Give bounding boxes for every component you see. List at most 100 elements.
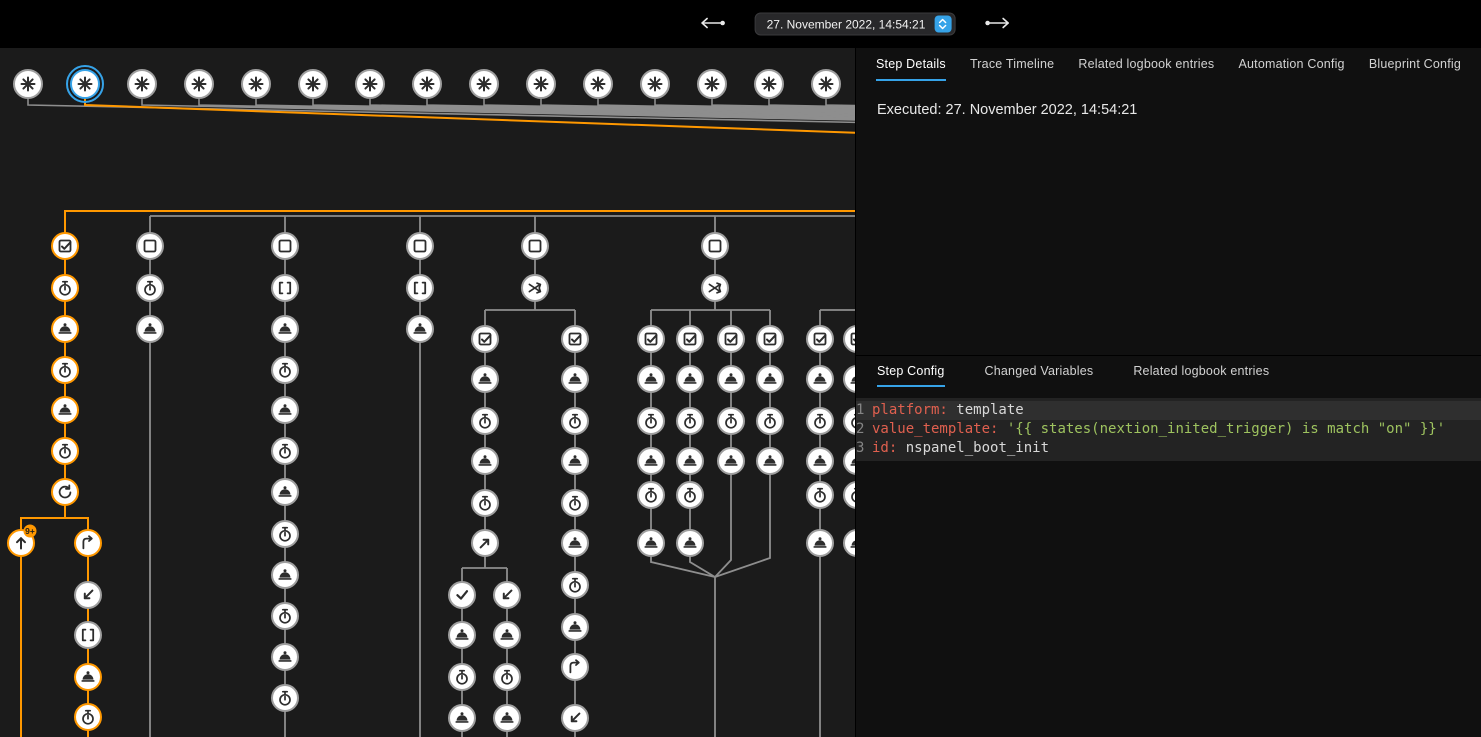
trace-node-asterisk[interactable] [14,70,42,98]
trace-node-timer[interactable] [562,572,588,598]
trace-node-timer[interactable] [807,408,833,434]
trace-node-service[interactable] [677,366,703,392]
tab-changed-variables[interactable]: Changed Variables [985,356,1094,387]
trace-node-asterisk[interactable] [299,70,327,98]
trace-node-service[interactable] [75,664,101,690]
tab-blueprint-config[interactable]: Blueprint Config [1369,48,1461,81]
trace-node-service[interactable] [677,530,703,556]
tab-related-logbook-entries[interactable]: Related logbook entries [1078,48,1214,81]
trace-node-timer[interactable] [472,408,498,434]
trace-node-asterisk[interactable] [67,66,103,102]
trace-node-service[interactable] [272,644,298,670]
trace-date-select[interactable]: 27. November 2022, 14:54:21 [755,13,956,36]
trace-node-service[interactable] [562,448,588,474]
trace-node-service[interactable] [272,479,298,505]
trace-node-service[interactable] [52,397,78,423]
tab-related-logbook-entries[interactable]: Related logbook entries [1133,356,1269,387]
trace-node-service[interactable] [272,316,298,342]
trace-node-service[interactable] [638,448,664,474]
trace-node-timer[interactable] [638,482,664,508]
trace-node-timer[interactable] [718,408,744,434]
trace-node-timer[interactable] [844,482,855,508]
trace-node-checkbox-on[interactable] [718,326,744,352]
trace-node-timer[interactable] [272,685,298,711]
trace-node-timer[interactable] [757,408,783,434]
trace-node-timer[interactable] [137,275,163,301]
trace-node-arrow-decision[interactable] [75,530,101,556]
trace-node-arrow-bottom-left[interactable] [75,582,101,608]
trace-node-asterisk[interactable] [584,70,612,98]
trace-node-service[interactable] [807,530,833,556]
trace-node-timer[interactable] [494,664,520,690]
trace-node-arrow-up[interactable]: 9+ [8,525,37,557]
trace-node-timer[interactable] [677,408,703,434]
trace-node-timer[interactable] [472,490,498,516]
trace-node-timer[interactable] [807,482,833,508]
trace-node-checkbox-on[interactable] [757,326,783,352]
trace-node-service[interactable] [844,530,855,556]
trace-node-checkbox-on[interactable] [472,326,498,352]
trace-node-asterisk[interactable] [413,70,441,98]
trace-node-checkbox-off[interactable] [407,233,433,259]
trace-node-timer[interactable] [75,704,101,730]
trace-node-service[interactable] [757,448,783,474]
trace-node-arrow-bottom-left[interactable] [494,582,520,608]
trace-node-checkbox-on[interactable] [844,326,855,352]
trace-node-asterisk[interactable] [185,70,213,98]
trace-node-service[interactable] [638,530,664,556]
trace-node-timer[interactable] [52,438,78,464]
trace-node-checkbox-on[interactable] [52,233,78,259]
trace-node-timer[interactable] [272,357,298,383]
trace-node-timer[interactable] [677,482,703,508]
trace-node-service[interactable] [562,366,588,392]
trace-node-checkbox-off[interactable] [137,233,163,259]
trace-node-checkbox-on[interactable] [807,326,833,352]
trace-node-service[interactable] [494,622,520,648]
trace-node-service[interactable] [137,316,163,342]
trace-node-timer[interactable] [844,408,855,434]
trace-node-asterisk[interactable] [812,70,840,98]
trace-node-brackets[interactable] [272,275,298,301]
trace-node-arrow-top-right[interactable] [472,530,498,556]
trace-node-service[interactable] [272,397,298,423]
trace-node-asterisk[interactable] [242,70,270,98]
tab-trace-timeline[interactable]: Trace Timeline [970,48,1054,81]
tab-automation-config[interactable]: Automation Config [1238,48,1344,81]
trace-node-service[interactable] [52,316,78,342]
trace-node-checkbox-off[interactable] [272,233,298,259]
trace-node-service[interactable] [718,366,744,392]
trace-node-service[interactable] [562,530,588,556]
trace-node-asterisk[interactable] [356,70,384,98]
trace-node-asterisk[interactable] [527,70,555,98]
trace-node-asterisk[interactable] [641,70,669,98]
trace-node-checkbox-on[interactable] [562,326,588,352]
tab-step-details[interactable]: Step Details [876,48,946,81]
trace-node-asterisk[interactable] [470,70,498,98]
prev-trace-button[interactable] [696,13,729,35]
trace-node-timer[interactable] [272,521,298,547]
trace-node-arrow-decision[interactable] [562,654,588,680]
trace-node-asterisk[interactable] [698,70,726,98]
trace-node-timer[interactable] [562,490,588,516]
trace-node-service[interactable] [677,448,703,474]
tab-step-config[interactable]: Step Config [877,356,945,387]
trace-node-checkbox-on[interactable] [677,326,703,352]
trace-node-asterisk[interactable] [755,70,783,98]
trace-node-service[interactable] [494,705,520,731]
trace-node-shuffle[interactable] [702,275,728,301]
trace-node-service[interactable] [638,366,664,392]
trace-node-timer[interactable] [52,275,78,301]
trace-node-service[interactable] [472,448,498,474]
trace-node-checkbox-on[interactable] [638,326,664,352]
trace-node-timer[interactable] [562,408,588,434]
trace-node-service[interactable] [272,562,298,588]
trace-node-asterisk[interactable] [128,70,156,98]
trace-node-timer[interactable] [52,357,78,383]
trace-node-service[interactable] [757,366,783,392]
trace-node-checkbox-off[interactable] [702,233,728,259]
trace-node-timer[interactable] [272,603,298,629]
trace-node-brackets[interactable] [407,275,433,301]
trace-node-service[interactable] [844,448,855,474]
trace-node-service[interactable] [449,705,475,731]
trace-node-service[interactable] [807,366,833,392]
